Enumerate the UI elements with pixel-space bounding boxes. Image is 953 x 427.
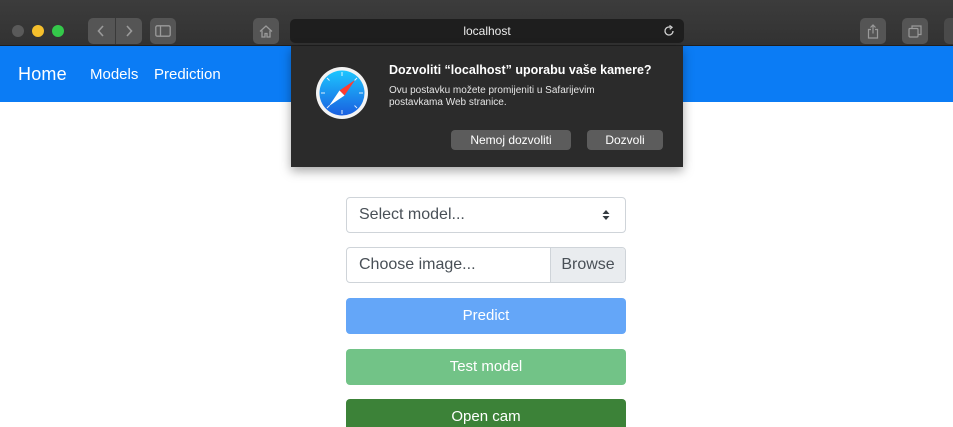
model-select-value: Select model... [359, 206, 465, 223]
chevron-left-icon [97, 25, 104, 37]
back-button[interactable] [88, 18, 115, 44]
allow-button[interactable]: Dozvoli [587, 130, 663, 150]
close-window-button[interactable] [12, 25, 24, 37]
sidebar-icon [155, 25, 171, 37]
sidebar-button[interactable] [150, 18, 176, 44]
reload-icon [664, 25, 674, 36]
browser-toolbar: localhost [0, 0, 953, 46]
screen: localhost Home Models Prediction Dozvoli… [0, 0, 953, 427]
model-select[interactable]: Select model... [346, 197, 626, 233]
tab-overview-button[interactable] [902, 18, 928, 44]
tabs-icon [908, 24, 922, 38]
test-model-button[interactable]: Test model [346, 349, 626, 385]
chevron-right-icon [126, 25, 133, 37]
deny-button[interactable]: Nemoj dozvoliti [451, 130, 571, 150]
address-bar[interactable]: localhost [290, 19, 684, 43]
camera-permission-dialog: Dozvoliti “localhost” uporabu vaše kamer… [291, 46, 683, 167]
nav-link-models[interactable]: Models [90, 66, 138, 83]
url-text: localhost [463, 24, 511, 38]
image-file-input[interactable]: Choose image... Browse [346, 247, 626, 283]
share-icon [867, 23, 879, 39]
dialog-title: Dozvoliti “localhost” uporabu vaše kamer… [389, 63, 652, 77]
predict-button[interactable]: Predict [346, 298, 626, 334]
open-cam-button[interactable]: Open cam [346, 399, 626, 427]
safari-compass-icon [316, 67, 368, 119]
file-input-placeholder: Choose image... [359, 256, 476, 273]
share-button[interactable] [860, 18, 886, 44]
nav-link-prediction[interactable]: Prediction [154, 66, 221, 83]
home-icon [259, 24, 273, 38]
navbar-brand-home[interactable]: Home [18, 64, 67, 85]
minimize-window-button[interactable] [32, 25, 44, 37]
forward-button[interactable] [116, 18, 143, 44]
new-tab-button[interactable] [944, 18, 953, 44]
dialog-message: Ovu postavku možete promijeniti u Safari… [389, 85, 595, 108]
back-forward-group [88, 18, 142, 44]
select-arrows-icon [602, 210, 610, 220]
reload-button[interactable] [662, 24, 676, 38]
browse-button[interactable]: Browse [550, 248, 625, 282]
home-button[interactable] [253, 18, 279, 44]
zoom-window-button[interactable] [52, 25, 64, 37]
